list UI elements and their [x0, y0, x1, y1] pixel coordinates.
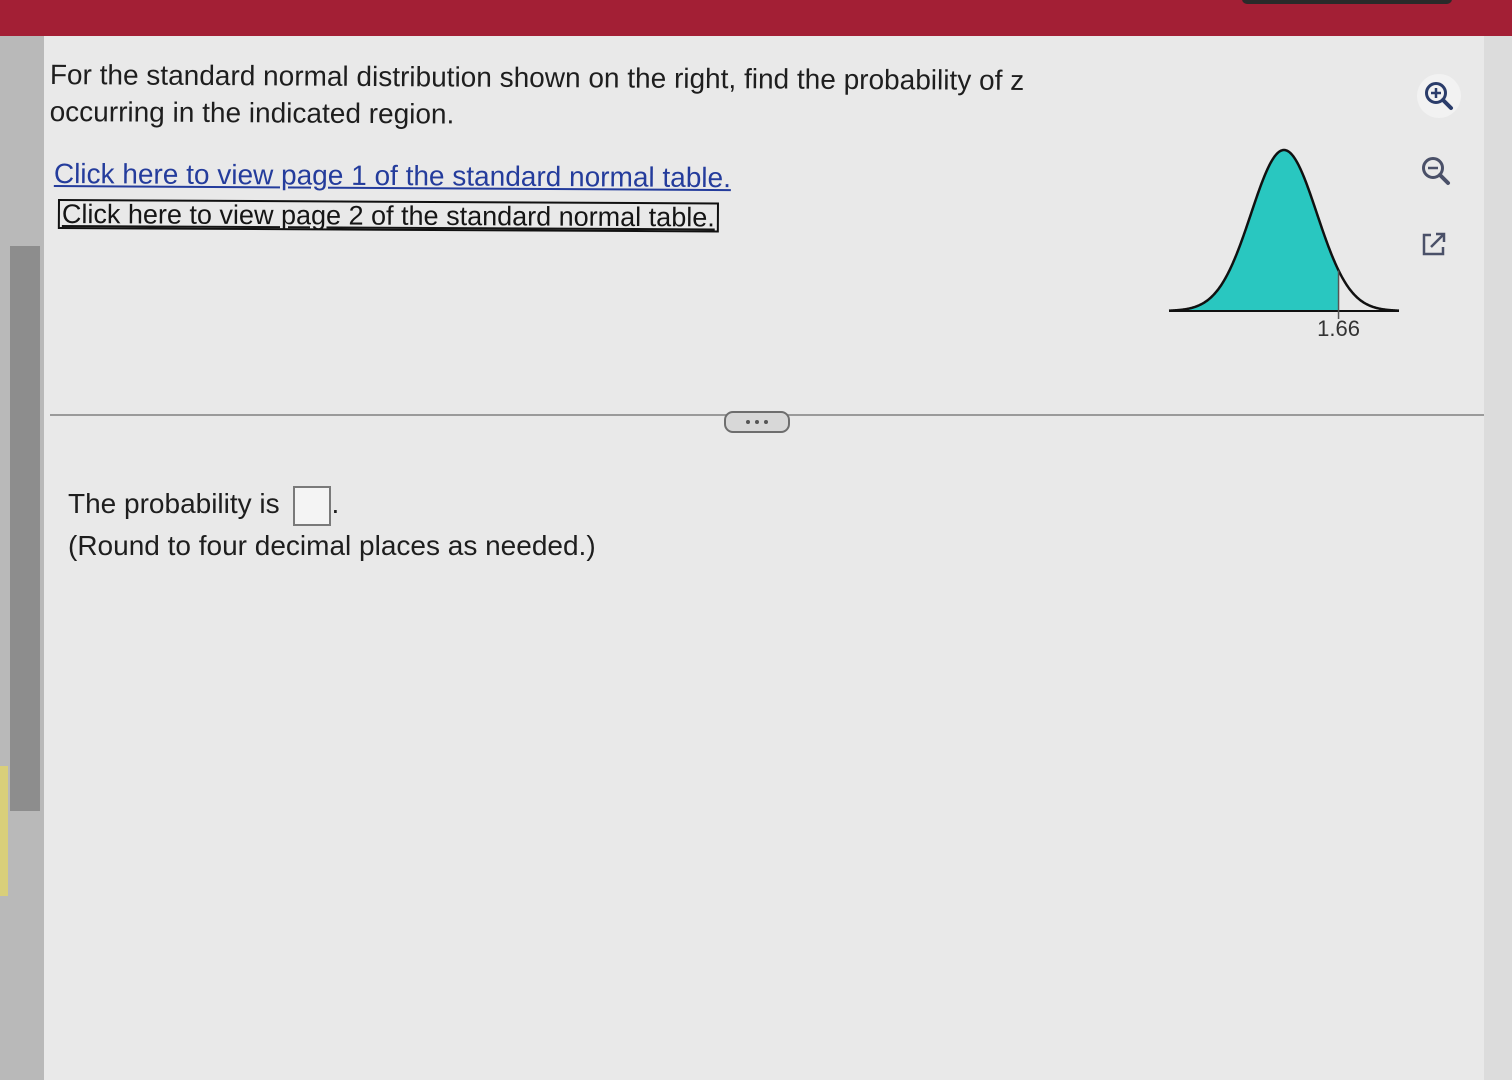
zoom-in-button[interactable]	[1417, 74, 1461, 118]
answer-section: The probability is . (Round to four deci…	[68, 484, 596, 566]
question-text: For the standard normal distribution sho…	[49, 58, 1025, 130]
left-panel-scroll	[10, 246, 40, 811]
answer-prompt: The probability is	[68, 488, 280, 519]
standard-normal-table-page1-link[interactable]: Click here to view page 1 of the standar…	[54, 158, 731, 194]
dot-icon	[764, 420, 768, 424]
shaded-region	[1169, 150, 1339, 311]
normal-distribution-chart: 1.66	[1164, 136, 1404, 356]
z-tick-label: 1.66	[1317, 316, 1360, 341]
popout-icon	[1422, 232, 1446, 256]
expand-handle-button[interactable]	[724, 411, 790, 433]
dot-icon	[755, 420, 759, 424]
zoom-in-icon	[1425, 82, 1453, 110]
answer-line: The probability is .	[68, 484, 596, 526]
normal-curve-svg	[1168, 148, 1400, 319]
left-panel-edge	[0, 36, 44, 1080]
zoom-out-icon	[1422, 157, 1450, 185]
question-panel: For the standard normal distribution sho…	[44, 36, 1484, 1080]
popout-button[interactable]	[1412, 222, 1456, 266]
answer-suffix: .	[331, 488, 340, 519]
zoom-out-button[interactable]	[1414, 149, 1458, 193]
standard-normal-table-page2-link[interactable]: Click here to view page 2 of the standar…	[57, 199, 719, 233]
left-panel-marker	[0, 766, 8, 896]
dot-icon	[746, 420, 750, 424]
rounding-note: (Round to four decimal places as needed.…	[68, 529, 596, 561]
top-bar-pill	[1242, 0, 1452, 4]
probability-answer-input[interactable]	[293, 485, 332, 526]
top-bar	[0, 0, 1512, 36]
